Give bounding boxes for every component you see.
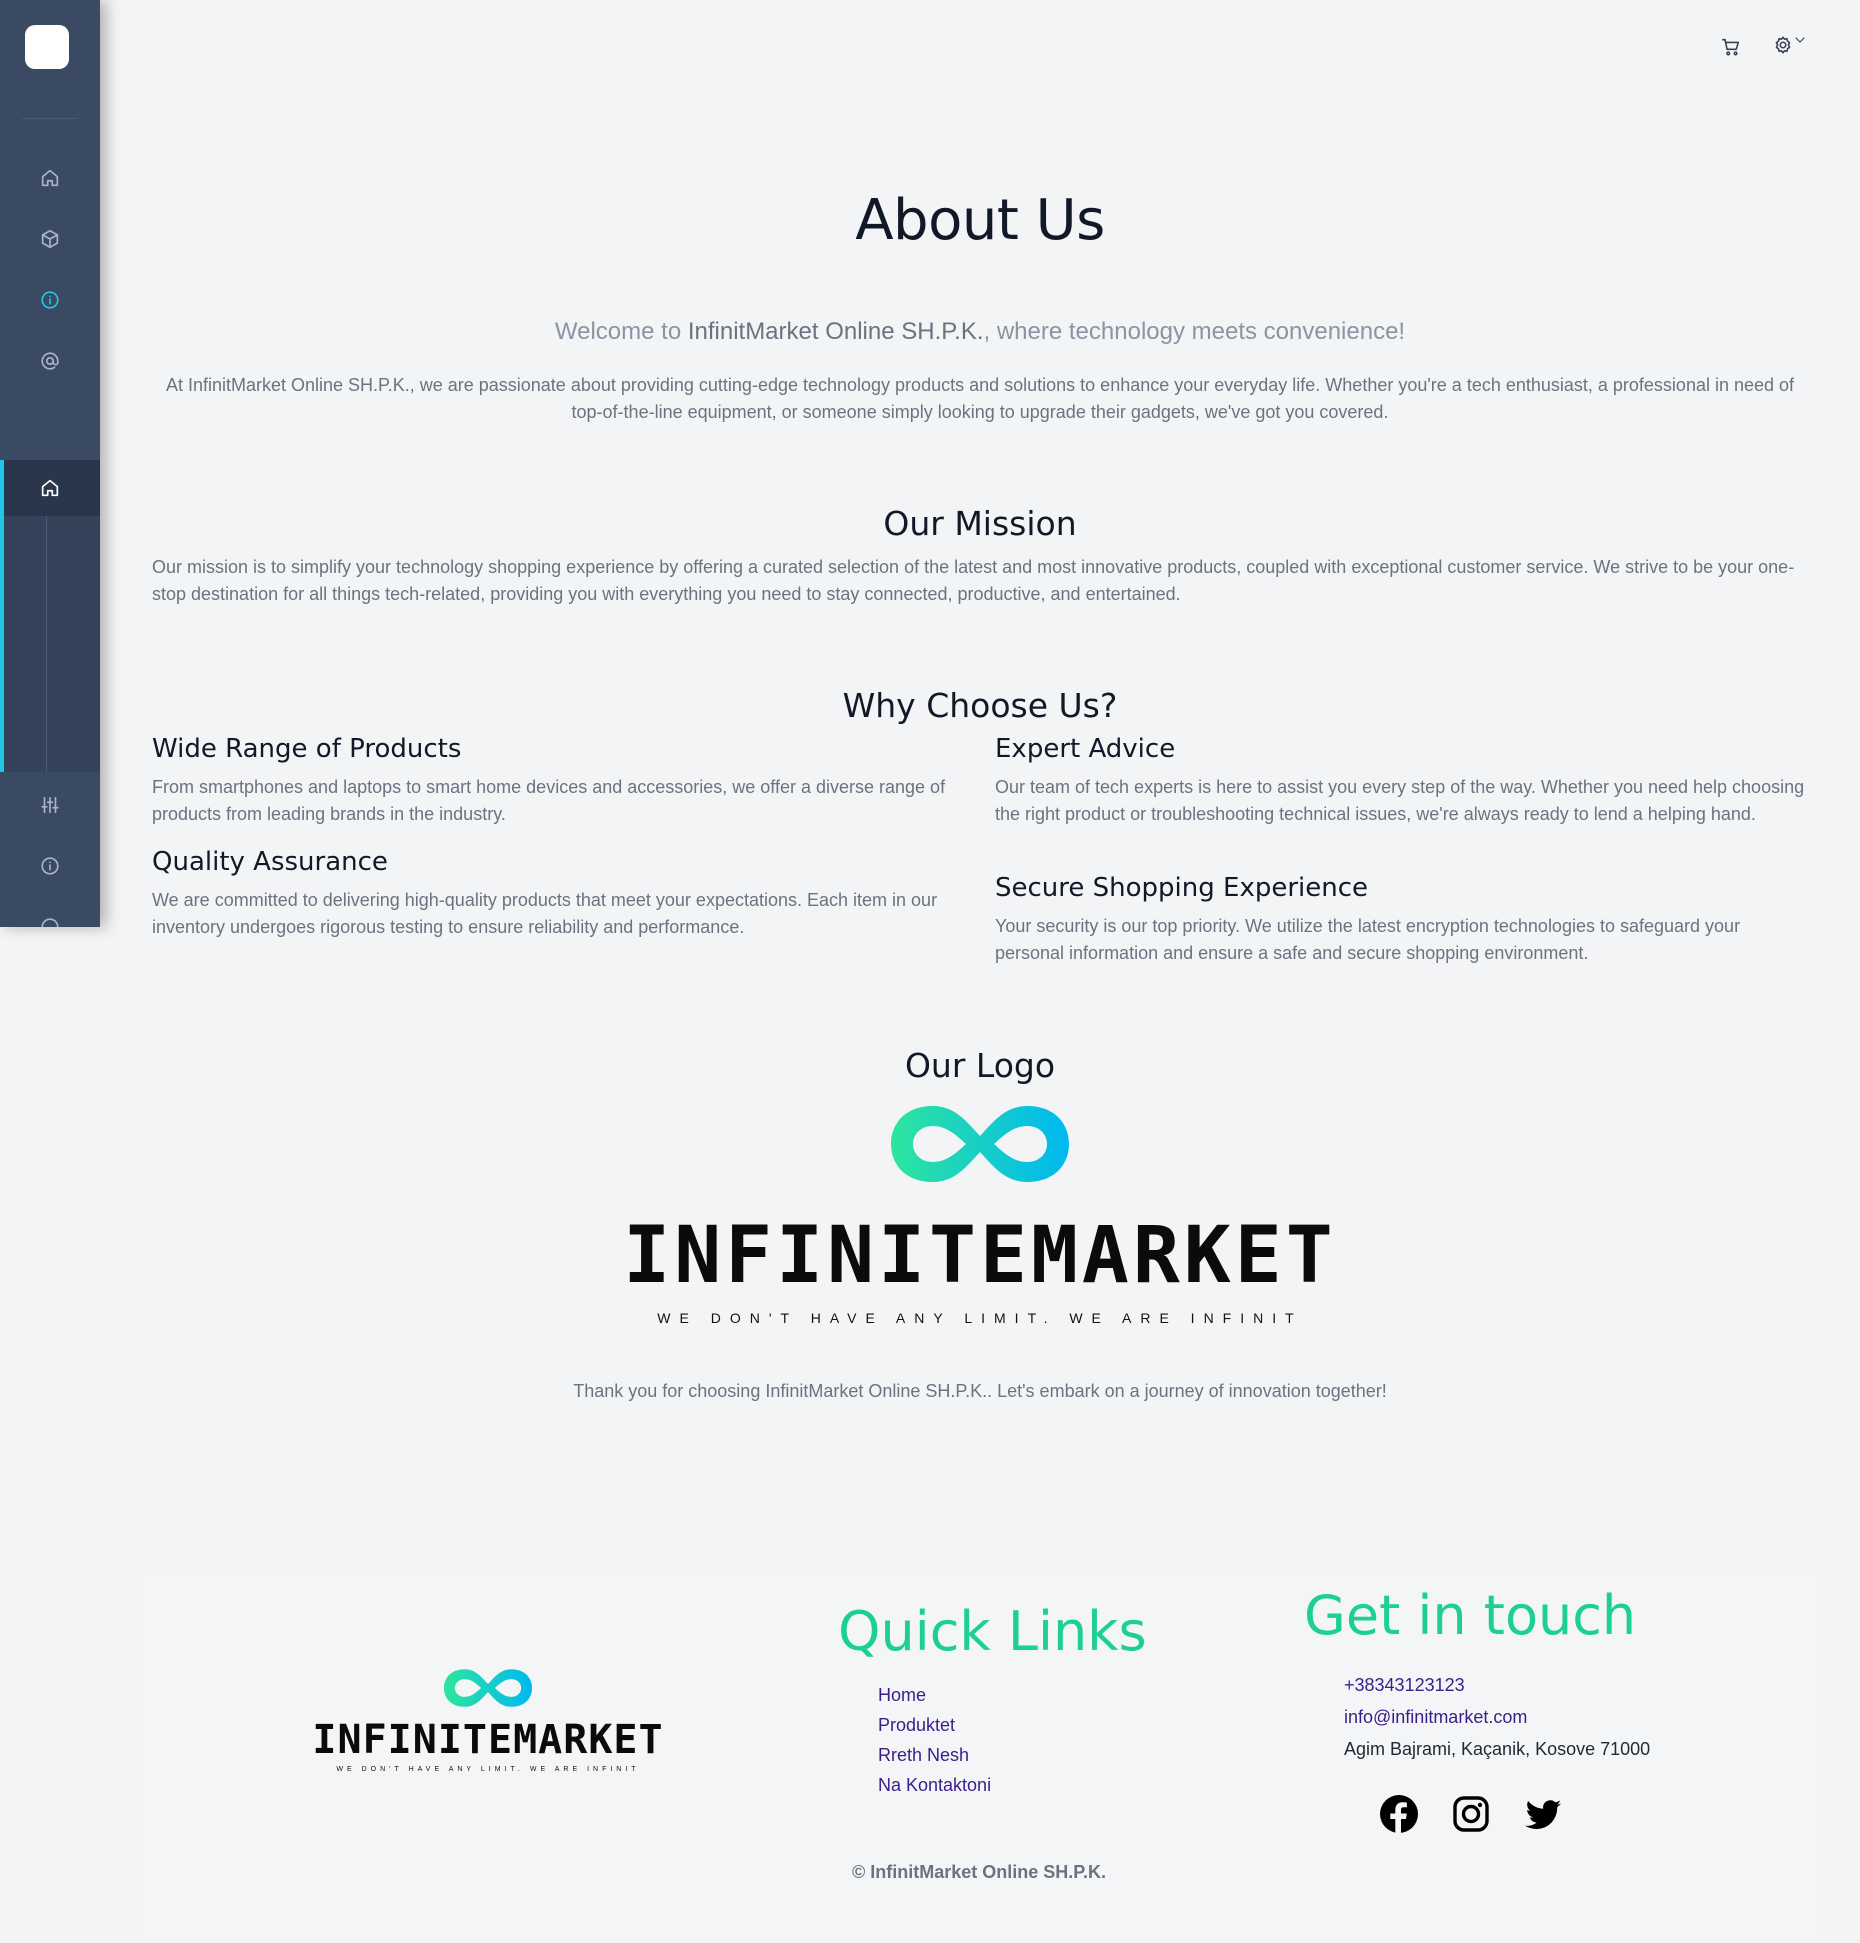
info-icon[interactable]	[37, 287, 63, 313]
feature-expert-advice: Expert Advice Our team of tech experts i…	[995, 734, 1811, 828]
brand-logo: INFINITEMARKET WE DON'T HAVE ANY LIMIT. …	[152, 1096, 1808, 1326]
contact-address: Agim Bajrami, Kaçanik, Kosove 71000	[1344, 1739, 1651, 1759]
sidebar-submenu	[0, 460, 100, 772]
mission-text: Our mission is to simplify your technolo…	[152, 557, 1795, 604]
feature-title: Secure Shopping Experience	[995, 873, 1369, 903]
sidebar-submenu-header[interactable]	[4, 460, 100, 516]
logo-title: Our Logo	[904, 1046, 1056, 1085]
contact-email[interactable]: info@infinitmarket.com	[1344, 1707, 1650, 1728]
feature-title: Expert Advice	[995, 734, 1176, 764]
welcome-prefix: Welcome to	[554, 318, 688, 345]
contact: Get in touch +38343123123 info@infinitma…	[1304, 1584, 1650, 1839]
home-icon[interactable]	[37, 475, 63, 501]
thanks-text: Thank you for choosing InfinitMarket Onl…	[573, 1381, 1387, 1401]
app-logo[interactable]	[25, 25, 69, 69]
welcome-suffix: , where technology meets convenience!	[983, 318, 1406, 345]
box-icon[interactable]	[37, 226, 63, 252]
feature-text: Our team of tech experts is here to assi…	[995, 777, 1805, 824]
page-title: About Us	[855, 188, 1105, 253]
welcome-company: InfinitMarket Online SH.P.K.	[687, 318, 984, 345]
sidebar-divider	[22, 118, 78, 119]
footer-tagline: WE DON'T HAVE ANY LIMIT. WE ARE INFINIT	[336, 1766, 640, 1773]
home-icon[interactable]	[37, 165, 63, 191]
contact-title: Get in touch	[1304, 1584, 1637, 1647]
logo-wordmark: INFINITEMARKET	[623, 1211, 1337, 1301]
feature-wide-range: Wide Range of Products From smartphones …	[152, 734, 968, 828]
feature-title: Quality Assurance	[152, 847, 388, 877]
feature-secure-shopping: Secure Shopping Experience Your security…	[995, 873, 1811, 967]
welcome-line: Welcome to InfinitMarket Online SH.P.K.,…	[152, 318, 1808, 346]
feature-title: Wide Range of Products	[152, 734, 462, 764]
contact-details: +38343123123 info@infinitmarket.com Agim…	[1344, 1675, 1650, 1760]
at-icon[interactable]	[37, 348, 63, 374]
info-icon[interactable]	[37, 853, 63, 879]
quick-links-title: Quick Links	[838, 1600, 1147, 1663]
intro-text: At InfinitMarket Online SH.P.K., we are …	[165, 375, 1795, 422]
mission-title: Our Mission	[883, 504, 1077, 543]
partial-icon[interactable]	[37, 914, 63, 927]
sliders-icon[interactable]	[37, 792, 63, 818]
instagram-icon[interactable]	[1451, 1794, 1491, 1839]
quick-links-list: Home Produktet Rreth Nesh Na Kontaktoni	[878, 1685, 1147, 1796]
logo-tagline: WE DON'T HAVE ANY LIMIT. WE ARE INFINIT	[657, 1310, 1303, 1326]
gear-icon	[1772, 34, 1794, 61]
footer: INFINITEMARKET WE DON'T HAVE ANY LIMIT. …	[138, 1570, 1820, 1943]
sidebar	[0, 0, 100, 927]
footer-link-rreth-nesh[interactable]: Rreth Nesh	[878, 1745, 1147, 1766]
chevron-down-icon	[1792, 32, 1808, 53]
quick-links: Quick Links Home Produktet Rreth Nesh Na…	[838, 1600, 1147, 1805]
cart-icon[interactable]	[1720, 34, 1742, 60]
infinity-icon	[443, 1669, 533, 1707]
footer-link-na-kontaktoni[interactable]: Na Kontaktoni	[878, 1775, 1147, 1796]
submenu-line	[46, 516, 47, 772]
facebook-icon[interactable]	[1379, 1794, 1419, 1839]
footer-logo: INFINITEMARKET WE DON'T HAVE ANY LIMIT. …	[308, 1664, 668, 1773]
feature-text: We are committed to delivering high-qual…	[152, 890, 938, 937]
twitter-icon[interactable]	[1523, 1794, 1563, 1839]
feature-text: From smartphones and laptops to smart ho…	[152, 777, 946, 824]
why-title: Why Choose Us?	[842, 686, 1118, 725]
feature-text: Your security is our top priority. We ut…	[995, 916, 1741, 963]
footer-wordmark: INFINITEMARKET	[312, 1717, 664, 1763]
feature-quality-assurance: Quality Assurance We are committed to de…	[152, 847, 968, 941]
contact-phone[interactable]: +38343123123	[1344, 1675, 1650, 1696]
social-links	[1379, 1794, 1650, 1839]
settings-dropdown[interactable]	[1772, 34, 1808, 60]
infinity-icon	[891, 1106, 1069, 1182]
footer-link-produktet[interactable]: Produktet	[878, 1715, 1147, 1736]
copyright: © InfinitMarket Online SH.P.K.	[852, 1862, 1106, 1882]
footer-link-home[interactable]: Home	[878, 1685, 1147, 1706]
